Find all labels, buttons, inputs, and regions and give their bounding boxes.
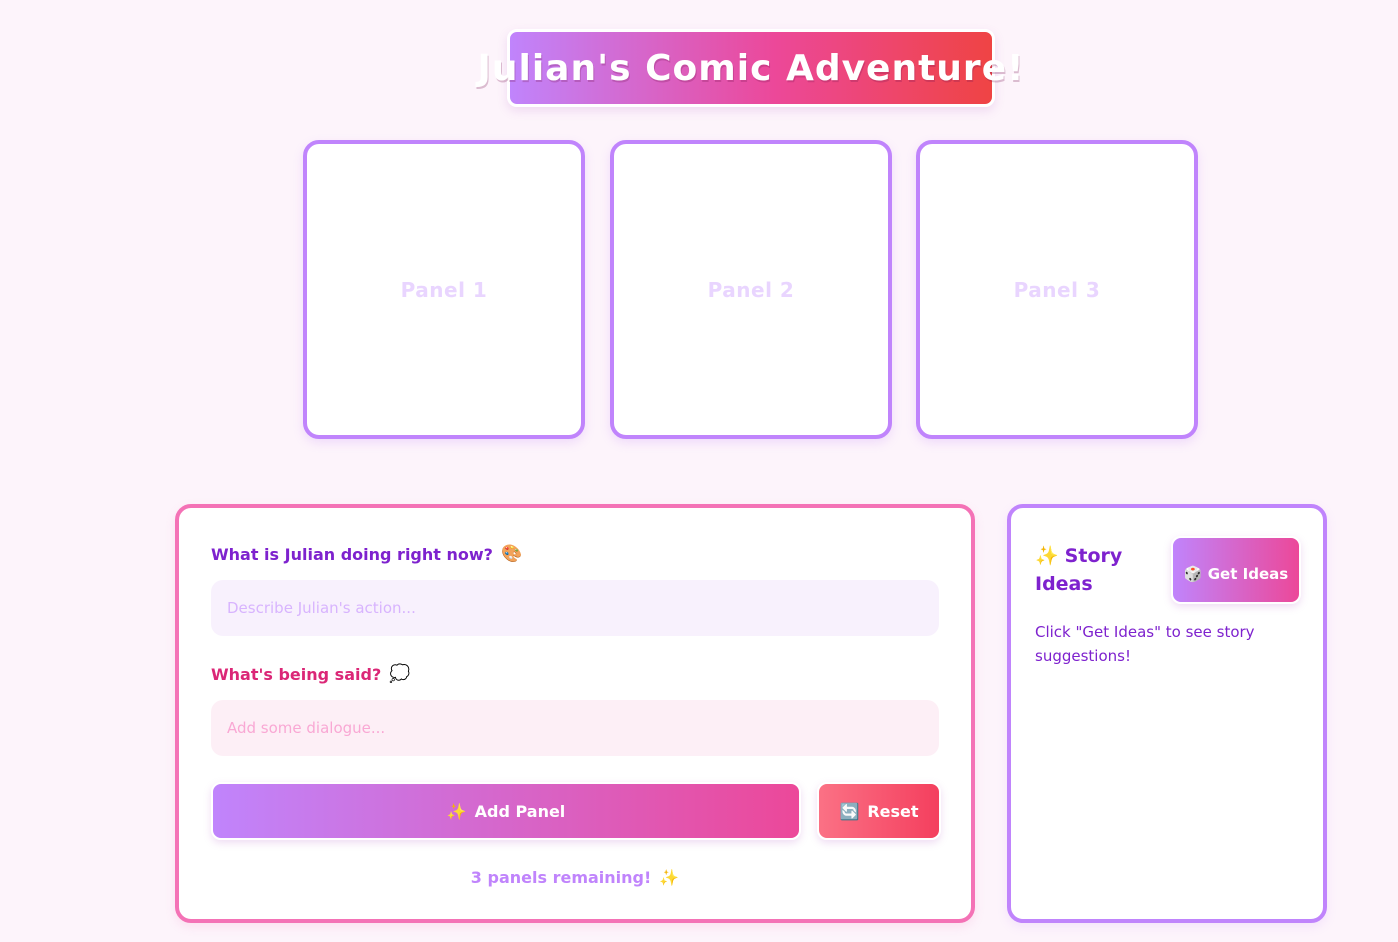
panels-remaining-text: 3 panels remaining! [470,868,652,887]
comic-panel-3[interactable]: Panel 3 [916,140,1198,439]
comic-panel-1[interactable]: Panel 1 [303,140,585,439]
sparkles-icon: ✨ [659,868,680,887]
dialogue-label: What's being said? 💭 [211,664,410,684]
dialogue-input[interactable] [211,700,939,756]
page-title: Julian's Comic Adventure! [477,47,1025,89]
action-label-text: What is Julian doing right now? [211,544,493,564]
panel-editor: What is Julian doing right now? 🎨 What's… [175,504,975,923]
story-ideas-hint: Click "Get Ideas" to see story suggestio… [1035,623,1255,665]
reset-label: Reset [867,801,919,821]
sparkles-icon: ✨ [1035,545,1059,567]
dialogue-label-text: What's being said? [211,664,382,684]
panel-label: Panel 1 [400,277,488,302]
panel-label: Panel 3 [1013,277,1101,302]
get-ideas-label: Get Ideas [1207,564,1289,583]
action-input[interactable] [211,580,939,636]
title-banner: Julian's Comic Adventure! [477,29,1024,107]
reset-button[interactable]: 🔄 Reset [817,782,941,840]
refresh-icon: 🔄 [839,801,860,821]
dice-icon: 🎲 [1183,564,1203,583]
panel-label: Panel 2 [707,277,795,302]
comic-app: Julian's Comic Adventure! Panel 1 Panel … [0,0,1398,942]
story-ideas-title: ✨ Story Ideas [1035,542,1155,598]
add-panel-button[interactable]: ✨ Add Panel [211,782,801,840]
add-panel-label: Add Panel [474,801,566,821]
get-ideas-button[interactable]: 🎲 Get Ideas [1171,536,1301,604]
comic-panel-2[interactable]: Panel 2 [610,140,892,439]
thought-bubble-icon: 💭 [389,664,411,684]
story-ideas-card: ✨ Story Ideas 🎲 Get Ideas Click "Get Idea… [1007,504,1327,923]
panels-remaining: 3 panels remaining! ✨ [179,868,971,887]
action-label: What is Julian doing right now? 🎨 [211,544,522,564]
sparkles-icon: ✨ [446,801,467,821]
palette-icon: 🎨 [500,544,523,564]
